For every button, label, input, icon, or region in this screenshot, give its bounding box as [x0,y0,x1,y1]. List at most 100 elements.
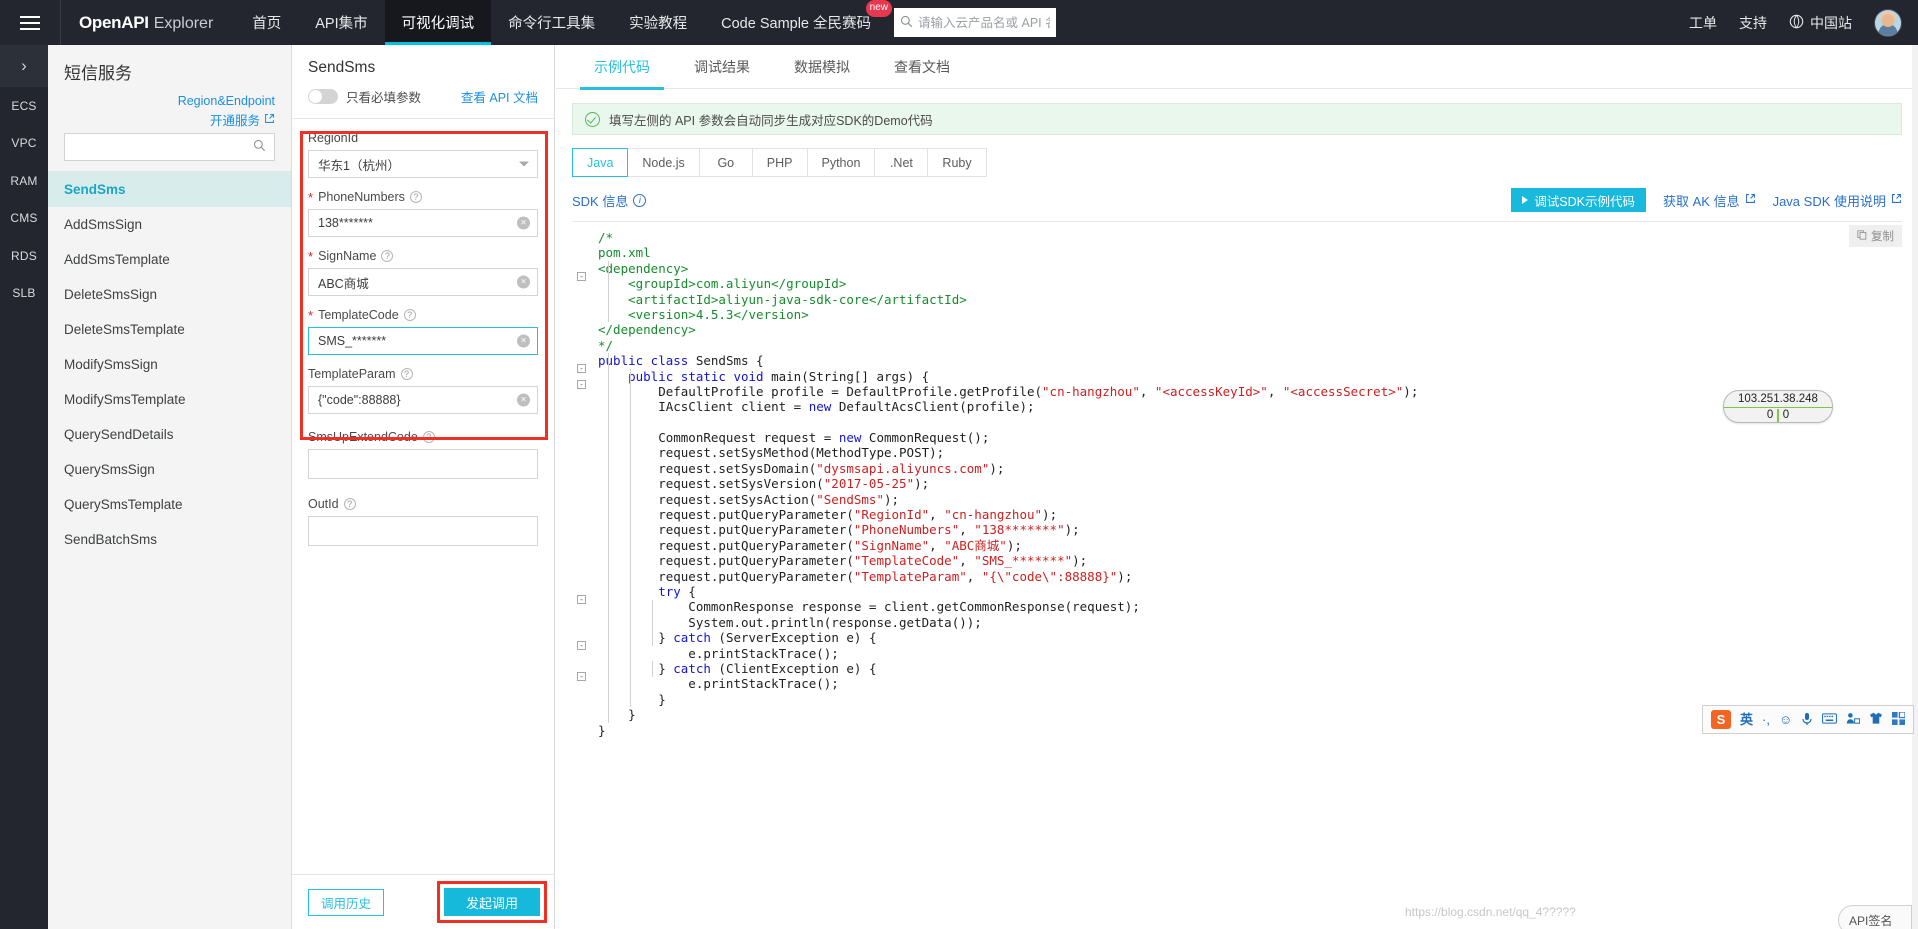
sdk-info-link[interactable]: SDK 信息 i [572,191,647,210]
microphone-icon[interactable] [1801,712,1813,728]
avatar[interactable] [1874,8,1902,37]
sogou-logo-icon[interactable]: S [1711,710,1731,729]
api-item-modifysmssign[interactable]: ModifySmsSign [48,347,291,382]
api-item-addsmssign[interactable]: AddSmsSign [48,207,291,242]
clear-icon[interactable]: × [517,334,530,348]
api-item-sendbatchsms[interactable]: SendBatchSms [48,522,291,557]
api-item-deletesmssign[interactable]: DeleteSmsSign [48,277,291,312]
rail-label: ECS [11,98,37,113]
code-fold-toggle[interactable]: - [577,364,586,374]
templateparam-value: {"code":88888} [318,393,401,407]
nav-item-tutorials[interactable]: 实验教程 [612,0,704,45]
tab-data-mock[interactable]: 数据模拟 [772,45,872,89]
toolbox-icon[interactable] [1846,712,1861,727]
templatecode-input[interactable]: SMS_******* × [308,327,538,355]
lang-tab-java[interactable]: Java [572,148,629,177]
page-scrollbar[interactable] [1912,45,1918,929]
api-item-deletesmstemplate[interactable]: DeleteSmsTemplate [48,312,291,347]
nav-item-api-market[interactable]: API集市 [298,0,384,45]
search-input[interactable] [918,15,1051,30]
code-fold-toggle[interactable]: - [577,379,586,389]
global-search[interactable] [894,8,1057,37]
toggle-switch[interactable] [308,89,338,104]
product-logo[interactable]: OpenAPI Explorer [60,0,235,45]
lang-tab-dotnet[interactable]: .Net [875,148,929,177]
api-item-querysmssign[interactable]: QuerySmsSign [48,452,291,487]
clear-icon[interactable]: × [517,393,530,407]
templateparam-input[interactable]: {"code":88888} × [308,386,538,414]
lang-tab-nodejs[interactable]: Node.js [628,148,700,177]
code-body[interactable]: - - - - - - /* pom.xml <dependency> <groupId>co… [572,222,1902,738]
rail-item-ecs[interactable]: ECS [0,87,48,125]
chevron-right-icon[interactable]: › [0,45,48,87]
code-fold-toggle[interactable]: - [577,595,586,605]
region-endpoint-link[interactable]: Region&Endpoint [178,94,275,108]
tab-sample-code[interactable]: 示例代码 [572,45,672,90]
info-banner-text: 填写左侧的 API 参数会自动同步生成对应SDK的Demo代码 [609,113,933,128]
submit-call-button[interactable]: 发起调用 [443,888,540,916]
smsupextendcode-input[interactable] [308,449,538,479]
nav-item-home[interactable]: 首页 [235,0,298,45]
api-item-querysenddetails[interactable]: QuerySendDetails [48,417,291,452]
rail-item-slb[interactable]: SLB [0,275,48,313]
api-search-input[interactable] [73,140,253,154]
code-line: try { [598,584,1902,599]
required-only-toggle[interactable]: 只看必填参数 [308,87,421,106]
site-selector[interactable]: 中国站 [1789,13,1852,33]
support-link[interactable]: 支持 [1739,13,1767,33]
rail-item-vpc[interactable]: VPC [0,125,48,163]
hamburger-icon[interactable] [0,0,60,45]
get-ak-info-link[interactable]: 获取 AK 信息 [1663,191,1756,210]
signname-input[interactable]: ABC商城 × [308,268,538,296]
api-item-addsmstemplate[interactable]: AddSmsTemplate [48,242,291,277]
copy-code-button[interactable]: 复制 [1849,225,1902,247]
code-lines[interactable]: /* pom.xml <dependency> <groupId>com.aliyu… [594,230,1902,738]
api-search-box[interactable] [64,133,275,161]
nav-item-cli-tools[interactable]: 命令行工具集 [491,0,612,45]
lang-tab-ruby[interactable]: Ruby [928,148,987,177]
apps-icon[interactable] [1892,711,1906,727]
keyboard-icon[interactable] [1822,713,1838,726]
call-history-button[interactable]: 调用历史 [308,888,385,916]
ime-mode-label[interactable]: 英 [1740,713,1753,726]
help-icon[interactable]: ? [403,309,416,321]
rail-item-rds[interactable]: RDS [0,237,48,275]
smiley-icon[interactable]: ☺ [1779,713,1792,726]
lang-tab-php[interactable]: PHP [752,148,808,177]
help-icon[interactable]: ? [422,431,435,443]
tab-view-doc[interactable]: 查看文档 [872,45,972,89]
lang-tab-go[interactable]: Go [699,148,753,177]
phonenumbers-input[interactable]: 138******* × [308,209,538,237]
clear-icon[interactable]: × [517,275,530,289]
code-fold-toggle[interactable]: - [577,641,586,651]
chevron-down-icon [519,161,529,167]
clear-icon[interactable]: × [517,216,530,230]
api-item-querysmstemplate[interactable]: QuerySmsTemplate [48,487,291,522]
open-service-link[interactable]: 开通服务 [210,110,260,129]
ticket-link[interactable]: 工单 [1689,13,1717,33]
help-icon[interactable]: ? [343,498,356,510]
tab-debug-result[interactable]: 调试结果 [672,45,772,89]
code-fold-gutter[interactable]: - - - - - - [572,230,594,738]
java-sdk-doc-link[interactable]: Java SDK 使用说明 [1773,191,1902,210]
api-item-modifysmstemplate[interactable]: ModifySmsTemplate [48,382,291,417]
nav-item-code-sample[interactable]: Code Sample 全民赛码 new [704,0,893,45]
help-icon[interactable]: ? [409,191,422,203]
rail-item-ram[interactable]: RAM [0,162,48,200]
rail-item-cms[interactable]: CMS [0,200,48,238]
comma-icon[interactable]: ·, [1762,713,1770,726]
skin-icon[interactable] [1869,712,1883,727]
outid-input[interactable] [308,516,538,546]
help-icon[interactable]: ? [400,368,413,380]
code-fold-toggle[interactable]: - [577,271,586,281]
indent-guide [630,368,631,708]
help-icon[interactable]: ? [381,250,394,262]
nav-item-visual-debug[interactable]: 可视化调试 [384,0,492,45]
api-signature-widget[interactable]: API签名 [1838,905,1912,929]
regionid-select[interactable]: 华东1（杭州） [308,150,538,178]
debug-sdk-sample-button[interactable]: 调试SDK示例代码 [1511,188,1646,212]
lang-tab-python[interactable]: Python [807,148,876,177]
api-item-sendsms[interactable]: SendSms [48,172,291,207]
code-fold-toggle[interactable]: - [577,672,586,682]
api-doc-link[interactable]: 查看 API 文档 [461,87,538,106]
